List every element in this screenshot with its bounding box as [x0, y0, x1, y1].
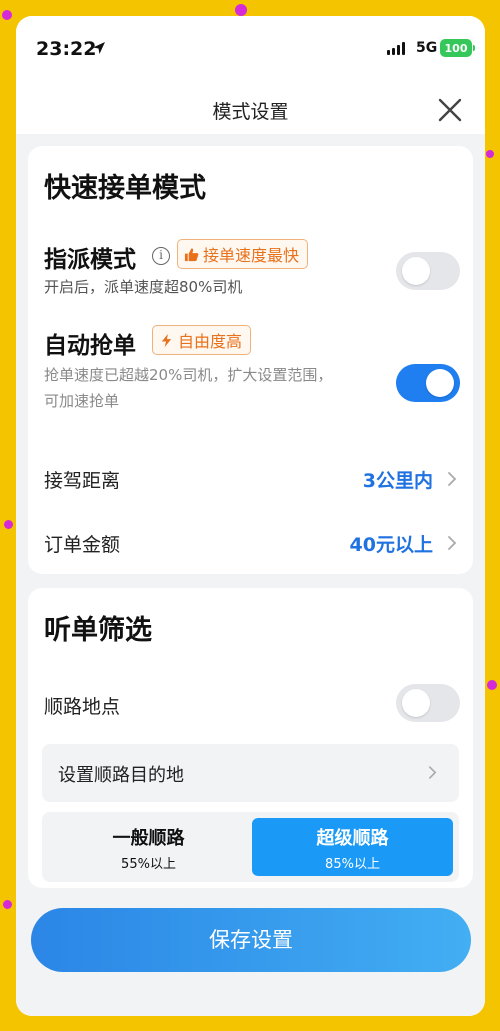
pickup-distance-label: 接驾距离	[44, 470, 121, 492]
auto-grab-badge: 自由度高	[152, 325, 252, 355]
section-title-quick-mode: 快速接单模式	[44, 173, 206, 204]
dispatch-badge: 接单速度最快	[177, 239, 309, 269]
auto-grab-desc-line1: 抢单速度已超越20%司机，扩大设置范围，	[44, 366, 333, 384]
content-area: 快速接单模式 指派模式 i 接单速度最快 开启后，派单速度超80%司机 自动抢单…	[16, 134, 485, 1016]
chevron-right-icon	[448, 536, 457, 550]
pickup-distance-value: 3公里内	[362, 470, 433, 492]
set-destination-label: 设置顺路目的地	[58, 765, 184, 786]
dispatch-mode-desc: 开启后，派单速度超80%司机	[44, 278, 243, 296]
background-dot	[235, 4, 247, 16]
auto-grab-toggle[interactable]	[396, 364, 460, 402]
dispatch-badge-label: 接单速度最快	[203, 246, 300, 265]
segment-option-normal[interactable]: 一般顺路 55%以上	[48, 818, 249, 876]
background-dot	[487, 680, 497, 690]
background-dot	[486, 150, 494, 158]
header: 模式设置	[16, 84, 485, 134]
en-route-label: 顺路地点	[44, 696, 121, 718]
auto-grab-desc-line2: 可加速抢单	[44, 392, 120, 410]
page-title: 模式设置	[212, 101, 289, 123]
network-type: 5G	[416, 40, 438, 56]
background-dot	[3, 900, 12, 909]
segment-super-sub: 85%以上	[325, 857, 380, 872]
battery-icon: 100	[440, 39, 472, 57]
order-amount-value: 40元以上	[349, 534, 433, 556]
save-settings-button[interactable]: 保存设置	[31, 908, 471, 972]
segment-super-title: 超级顺路	[316, 828, 389, 849]
dispatch-mode-title: 指派模式	[44, 247, 136, 273]
auto-grab-title: 自动抢单	[44, 333, 136, 359]
chevron-right-icon	[428, 766, 437, 779]
info-icon[interactable]: i	[152, 247, 170, 265]
auto-grab-badge-label: 自由度高	[178, 332, 243, 351]
status-time: 23:22	[36, 38, 97, 60]
segment-normal-title: 一般顺路	[112, 828, 185, 849]
filter-card: 听单筛选 顺路地点 设置顺路目的地 一般顺路 55%以上 超级顺路 85%以上	[28, 588, 473, 888]
signal-bars-icon	[387, 42, 405, 55]
toggle-knob	[402, 257, 430, 285]
thumbs-up-icon	[184, 247, 199, 261]
background-dot	[4, 520, 13, 529]
battery-tip	[473, 45, 475, 51]
quick-mode-card: 快速接单模式 指派模式 i 接单速度最快 开启后，派单速度超80%司机 自动抢单…	[28, 146, 473, 574]
phone-screen: 23:22 5G 100 模式设置 快速接单模式 指派模式 i 接单速度最快 开…	[16, 16, 485, 1016]
segment-normal-sub: 55%以上	[121, 857, 176, 872]
background-dot	[2, 10, 12, 20]
lightning-icon	[161, 333, 172, 347]
en-route-toggle[interactable]	[396, 684, 460, 722]
toggle-knob	[402, 689, 430, 717]
location-arrow-icon	[93, 42, 105, 54]
route-match-segment: 一般顺路 55%以上 超级顺路 85%以上	[42, 812, 459, 882]
order-amount-label: 订单金额	[44, 534, 121, 556]
status-bar: 23:22 5G 100	[16, 16, 485, 84]
segment-option-super[interactable]: 超级顺路 85%以上	[252, 818, 453, 876]
set-destination-row[interactable]: 设置顺路目的地	[42, 744, 459, 802]
close-icon[interactable]	[436, 96, 464, 124]
dispatch-mode-toggle[interactable]	[396, 252, 460, 290]
section-title-filter: 听单筛选	[44, 615, 152, 646]
toggle-knob	[426, 369, 454, 397]
battery-level: 100	[444, 41, 468, 55]
chevron-right-icon	[448, 472, 457, 486]
